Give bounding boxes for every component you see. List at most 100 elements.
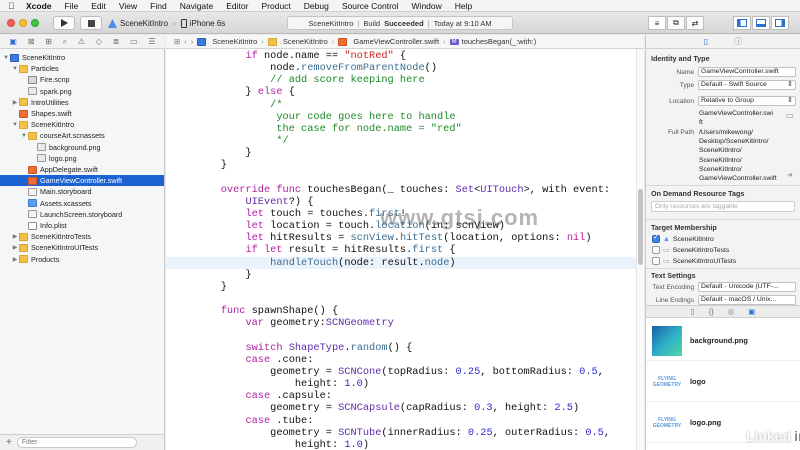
- media-library-item[interactable]: FLYING GEOMETRY logo: [646, 362, 800, 402]
- disclosure-open-icon[interactable]: ▼: [2, 55, 10, 61]
- code-line[interactable]: case .cone:: [196, 354, 636, 366]
- disclosure-closed-icon[interactable]: ▶: [11, 99, 19, 106]
- symbol-navigator-icon[interactable]: ⊞: [45, 37, 52, 46]
- media-library-item[interactable]: background.png: [646, 321, 800, 361]
- assistant-editor-button[interactable]: ⧉: [667, 16, 685, 30]
- code-line[interactable]: [196, 172, 636, 184]
- code-line[interactable]: func spawnShape() {: [196, 305, 636, 317]
- code-line[interactable]: [196, 293, 636, 305]
- menu-debug[interactable]: Debug: [304, 1, 329, 11]
- test-navigator-icon[interactable]: ◇: [96, 37, 102, 46]
- name-field[interactable]: GameViewController.swift: [698, 67, 796, 77]
- breadcrumb-file[interactable]: GameViewController.swift: [338, 37, 439, 46]
- breadcrumb-method[interactable]: MtouchesBegan(_:with:): [449, 37, 536, 46]
- navigator-row[interactable]: background.png: [0, 142, 164, 153]
- target-row-tests[interactable]: ▭ SceneKitIntroTests: [652, 246, 729, 254]
- code-line[interactable]: */: [196, 135, 636, 147]
- toggle-navigator-button[interactable]: [733, 16, 751, 30]
- menu-editor[interactable]: Editor: [226, 1, 248, 11]
- media-library-icon[interactable]: ▣: [748, 307, 755, 316]
- reveal-folder-icon[interactable]: ▭: [786, 111, 794, 120]
- navigator-row[interactable]: GameViewController.swift: [0, 175, 164, 187]
- code-line[interactable]: geometry = SCNCapsule(capRadius: 0.3, he…: [196, 402, 636, 414]
- menu-navigate[interactable]: Navigate: [180, 1, 214, 11]
- debug-navigator-icon[interactable]: ≣: [113, 37, 120, 46]
- code-line[interactable]: case .capsule:: [196, 390, 636, 402]
- navigator-row[interactable]: ▶ Products: [0, 254, 164, 265]
- code-line[interactable]: var geometry:SCNGeometry: [196, 317, 636, 329]
- navigator-row[interactable]: Main.storyboard: [0, 186, 164, 197]
- navigator-row[interactable]: ▼ SceneKitIntro: [0, 52, 164, 63]
- menu-source-control[interactable]: Source Control: [342, 1, 399, 11]
- navigator-row[interactable]: Assets.xcassets: [0, 198, 164, 209]
- menu-window[interactable]: Window: [412, 1, 442, 11]
- code-line[interactable]: switch ShapeType.random() {: [196, 342, 636, 354]
- menu-product[interactable]: Product: [261, 1, 290, 11]
- quick-help-inspector-icon[interactable]: ⓘ: [734, 36, 742, 47]
- line-endings-select[interactable]: Default - macOS / Unix...: [698, 295, 796, 305]
- code-line[interactable]: } else {: [196, 86, 636, 98]
- navigator-row[interactable]: ▼ Particles: [0, 63, 164, 74]
- navigator-row[interactable]: Fire.scnp: [0, 74, 164, 85]
- disclosure-open-icon[interactable]: ▼: [11, 66, 19, 72]
- code-line[interactable]: if node.name == "notRed" {: [196, 50, 636, 62]
- odr-tags-field[interactable]: Only resources are taggable: [651, 201, 795, 212]
- disclosure-open-icon[interactable]: ▼: [11, 122, 19, 128]
- source-editor[interactable]: if node.name == "notRed" { node.removeFr…: [166, 49, 636, 450]
- report-navigator-icon[interactable]: ☰: [148, 37, 155, 46]
- code-snippet-library-icon[interactable]: {}: [709, 307, 714, 316]
- code-line[interactable]: geometry = SCNCone(topRadius: 0.25, bott…: [196, 366, 636, 378]
- type-select[interactable]: Default - Swift Source ⇕: [698, 80, 796, 90]
- forward-icon[interactable]: ›: [191, 37, 194, 46]
- menu-edit[interactable]: Edit: [91, 1, 106, 11]
- project-navigator-icon[interactable]: ▣: [9, 37, 17, 46]
- code-line[interactable]: let hitResults = scnView.hitTest(locatio…: [196, 232, 636, 244]
- toggle-debug-area-button[interactable]: [752, 16, 770, 30]
- menu-xcode[interactable]: Xcode: [26, 1, 52, 11]
- apple-logo-icon[interactable]: : [8, 1, 26, 11]
- navigator-row[interactable]: ▶ IntroUtilities: [0, 97, 164, 108]
- navigator-row[interactable]: spark.png: [0, 86, 164, 97]
- breakpoint-navigator-icon[interactable]: ▭: [130, 37, 138, 46]
- add-file-icon[interactable]: +: [6, 437, 12, 448]
- standard-editor-button[interactable]: ≡: [648, 16, 666, 30]
- code-line[interactable]: the case for node.name = "red": [196, 123, 636, 135]
- menu-file[interactable]: File: [65, 1, 79, 11]
- stop-button[interactable]: [80, 16, 102, 30]
- zoom-window-button[interactable]: [31, 19, 39, 27]
- code-line[interactable]: case .tube:: [196, 415, 636, 427]
- checkbox-checked[interactable]: [652, 233, 660, 243]
- menu-view[interactable]: View: [119, 1, 137, 11]
- text-encoding-select[interactable]: Default - Unicode (UTF-...: [698, 282, 796, 292]
- code-line[interactable]: handleTouch(node: result.node): [166, 256, 636, 269]
- navigator-filter-input[interactable]: [16, 437, 137, 448]
- back-icon[interactable]: ‹: [184, 37, 187, 46]
- navigator-row[interactable]: AppDelegate.swift: [0, 164, 164, 175]
- code-line[interactable]: height: 1.0): [196, 378, 636, 390]
- code-line[interactable]: }: [196, 281, 636, 293]
- navigator-row[interactable]: logo.png: [0, 153, 164, 164]
- code-line[interactable]: [196, 329, 636, 341]
- scrollbar-thumb[interactable]: [638, 189, 643, 265]
- code-line[interactable]: if let result = hitResults.first {: [196, 244, 636, 256]
- checkbox-unchecked[interactable]: [652, 257, 660, 265]
- file-template-library-icon[interactable]: ▯: [691, 307, 695, 316]
- navigator-row[interactable]: Info.plist: [0, 220, 164, 231]
- breadcrumb-project[interactable]: SceneKitIntro: [197, 37, 257, 46]
- toggle-utilities-button[interactable]: [771, 16, 789, 30]
- code-line[interactable]: }: [196, 159, 636, 171]
- code-line[interactable]: height: 1.0): [196, 439, 636, 450]
- version-editor-button[interactable]: ⇄: [686, 16, 704, 30]
- menu-find[interactable]: Find: [150, 1, 167, 11]
- navigator-row[interactable]: ▶ SceneKitIntroTests: [0, 231, 164, 242]
- object-library-icon[interactable]: ◎: [728, 307, 735, 316]
- code-line[interactable]: }: [196, 147, 636, 159]
- disclosure-closed-icon[interactable]: ▶: [11, 244, 19, 251]
- disclosure-closed-icon[interactable]: ▶: [11, 256, 19, 263]
- code-line[interactable]: }: [196, 269, 636, 281]
- code-line[interactable]: /*: [196, 99, 636, 111]
- code-line[interactable]: // add score keeping here: [196, 74, 636, 86]
- minimize-window-button[interactable]: [19, 19, 27, 27]
- source-control-navigator-icon[interactable]: ⊠: [28, 37, 35, 46]
- location-select[interactable]: Relative to Group ⇕: [698, 96, 796, 106]
